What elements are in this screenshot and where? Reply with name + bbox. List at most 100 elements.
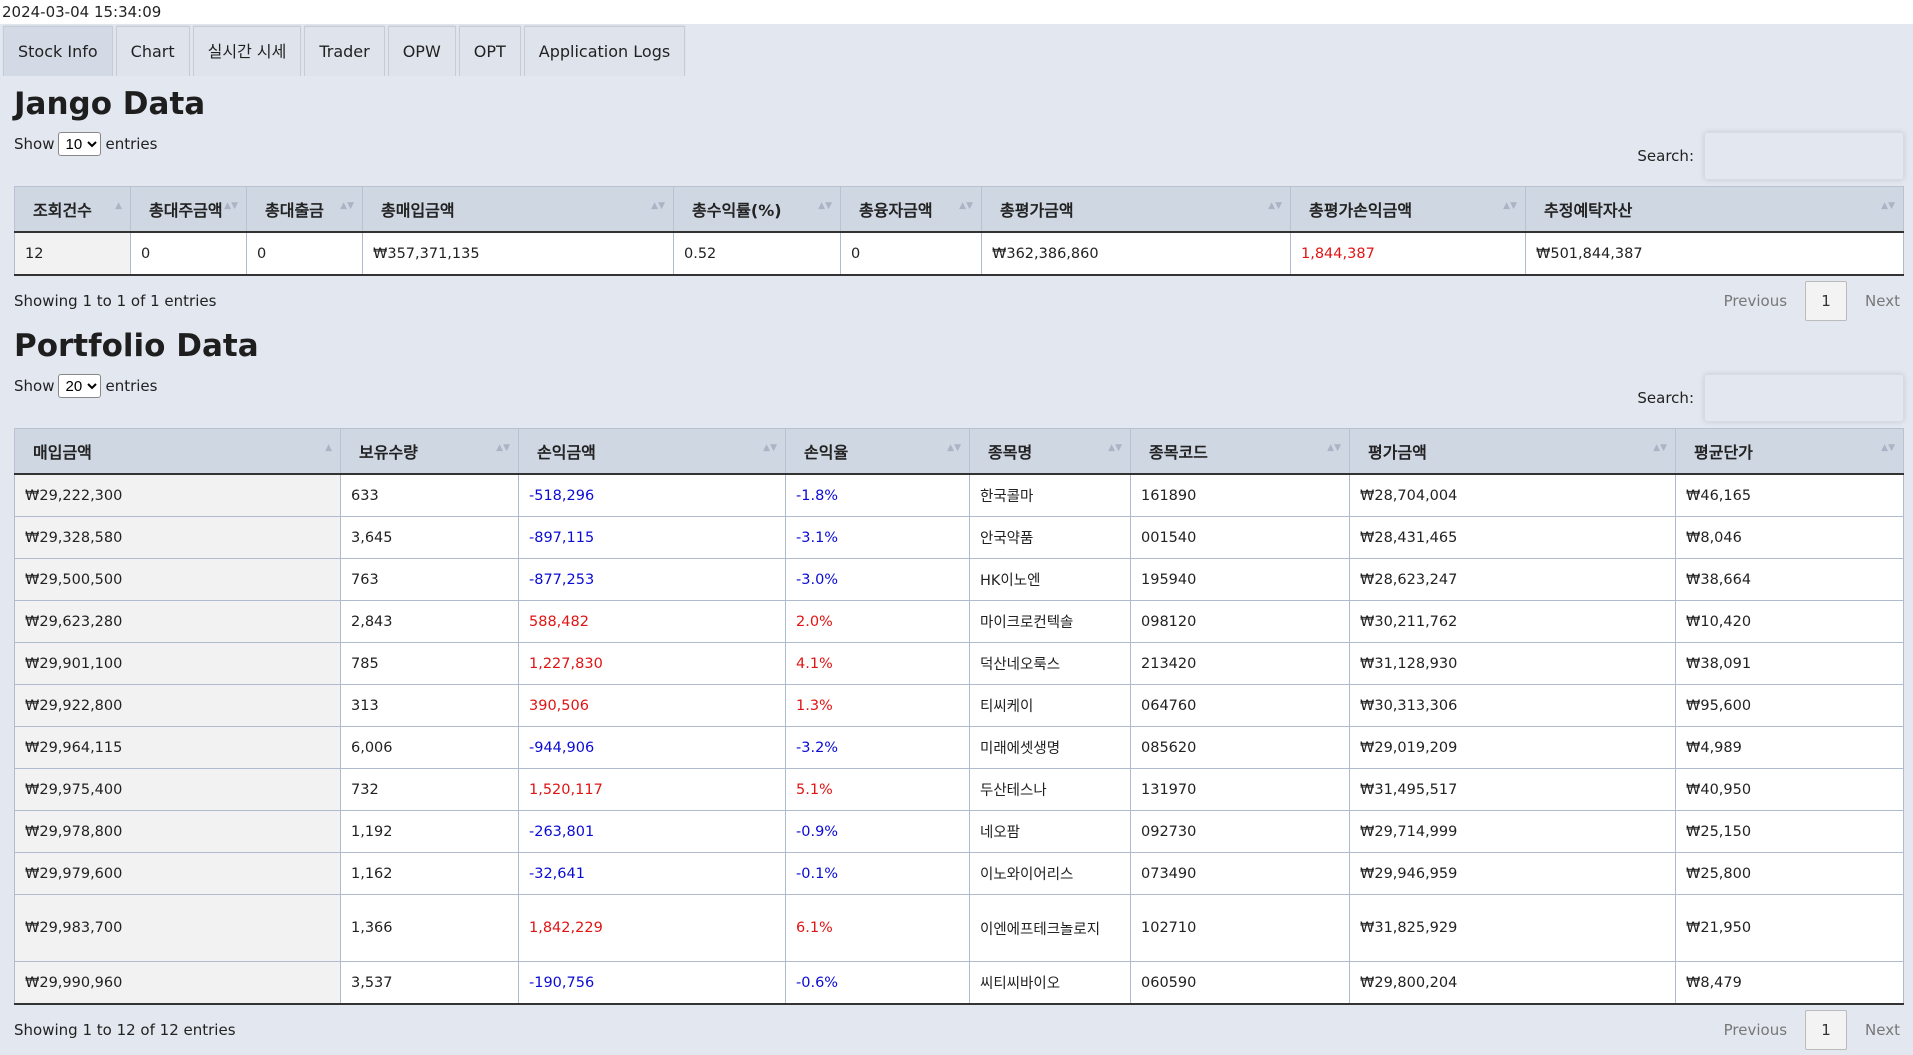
table-row: ₩29,979,600 1,162 -32,641 -0.1% 이노와이어리스 07349… [14, 852, 1904, 895]
sort-icon: ▲▼ [1268, 201, 1282, 211]
table-cell: 092730 [1130, 810, 1350, 853]
table-cell: 633 [340, 473, 519, 517]
table-cell: ₩29,500,500 [14, 558, 341, 601]
portfolio-col-header[interactable]: 종목명 ▲▼ [969, 428, 1131, 475]
portfolio-col-header[interactable]: 손익율 ▲▼ [785, 428, 970, 475]
jango-table: 조회건수 ▲ 총대주금액 ▲▼ 총대출금 ▲▼ 총매입금액 ▲▼ 총수익률(%) ▲▼ 총… [14, 186, 1904, 276]
table-cell: 098120 [1130, 600, 1350, 643]
table-cell: 이엔에프테크놀로지 [969, 894, 1131, 962]
portfolio-col-header[interactable]: 손익금액 ▲▼ [518, 428, 786, 475]
jango-col-header[interactable]: 총대출금 ▲▼ [246, 186, 363, 233]
table-cell: ₩28,623,247 [1349, 558, 1676, 601]
jango-previous-button[interactable]: Previous [1720, 292, 1791, 310]
table-cell: -897,115 [518, 516, 786, 559]
table-cell: -32,641 [518, 852, 786, 895]
table-cell: ₩46,165 [1675, 473, 1904, 517]
table-cell: -190,756 [518, 961, 786, 1005]
jango-col-header[interactable]: 총대주금액 ▲▼ [130, 186, 247, 233]
table-cell: ₩28,431,465 [1349, 516, 1676, 559]
table-row: ₩29,901,100 785 1,227,830 4.1% 덕산네오룩스 213420 ₩… [14, 642, 1904, 685]
sort-icon: ▲▼ [651, 201, 665, 211]
sort-icon: ▲▼ [1503, 201, 1517, 211]
table-cell: 1,520,117 [518, 768, 786, 811]
table-cell: 732 [340, 768, 519, 811]
jango-col-header[interactable]: 총융자금액 ▲▼ [840, 186, 982, 233]
table-cell: 313 [340, 684, 519, 727]
table-cell: 씨티씨바이오 [969, 961, 1131, 1005]
table-cell: 161890 [1130, 473, 1350, 517]
table-row: ₩29,328,580 3,645 -897,115 -3.1% 안국약품 001540 ₩… [14, 516, 1904, 559]
portfolio-previous-button[interactable]: Previous [1720, 1021, 1791, 1039]
table-cell: -263,801 [518, 810, 786, 853]
table-cell: ₩362,386,860 [981, 231, 1291, 276]
table-cell: ₩29,946,959 [1349, 852, 1676, 895]
table-cell: 0 [840, 231, 982, 276]
table-cell: 131970 [1130, 768, 1350, 811]
table-cell: 064760 [1130, 684, 1350, 727]
table-cell: 060590 [1130, 961, 1350, 1005]
portfolio-page-button[interactable]: 1 [1805, 1010, 1848, 1050]
table-cell: -3.2% [785, 726, 970, 769]
portfolio-table: 매입금액 ▲ 보유수량 ▲▼ 손익금액 ▲▼ 손익율 ▲▼ 종목명 ▲▼ 종목코드 ▲▼ 평… [14, 428, 1904, 1005]
table-cell: ₩29,623,280 [14, 600, 341, 643]
jango-col-header[interactable]: 총평가금액 ▲▼ [981, 186, 1291, 233]
jango-col-header[interactable]: 추정예탁자산 ▲▼ [1525, 186, 1904, 233]
portfolio-col-header[interactable]: 종목코드 ▲▼ [1130, 428, 1350, 475]
table-cell: ₩38,091 [1675, 642, 1904, 685]
tab-stock-info[interactable]: Stock Info [3, 26, 113, 76]
table-cell: 2.0% [785, 600, 970, 643]
tab-realtime-quotes[interactable]: 실시간 시세 [192, 26, 302, 76]
jango-col-header[interactable]: 조회건수 ▲ [14, 186, 131, 233]
table-cell: 3,537 [340, 961, 519, 1005]
table-cell: 001540 [1130, 516, 1350, 559]
jango-col-header[interactable]: 총수익률(%) ▲▼ [673, 186, 841, 233]
table-cell: ₩29,019,209 [1349, 726, 1676, 769]
table-row: ₩29,922,800 313 390,506 1.3% 티씨케이 064760 ₩30,3… [14, 684, 1904, 727]
table-cell: ₩25,800 [1675, 852, 1904, 895]
tab-chart[interactable]: Chart [115, 26, 190, 76]
table-cell: 1,192 [340, 810, 519, 853]
table-cell: -877,253 [518, 558, 786, 601]
table-cell: ₩4,989 [1675, 726, 1904, 769]
table-cell: ₩29,975,400 [14, 768, 341, 811]
jango-page-button[interactable]: 1 [1805, 281, 1848, 321]
tab-opw[interactable]: OPW [387, 26, 456, 76]
portfolio-col-header[interactable]: 평가금액 ▲▼ [1349, 428, 1676, 475]
table-cell: 3,645 [340, 516, 519, 559]
jango-table-info: Showing 1 to 1 of 1 entries [14, 292, 217, 310]
timestamp: 2024-03-04 15:34:09 [0, 0, 1913, 24]
tab-trader[interactable]: Trader [304, 26, 385, 76]
table-cell: 1,227,830 [518, 642, 786, 685]
table-cell: ₩29,964,115 [14, 726, 341, 769]
table-cell: 덕산네오룩스 [969, 642, 1131, 685]
jango-col-header[interactable]: 총매입금액 ▲▼ [362, 186, 674, 233]
tab-opt[interactable]: OPT [458, 26, 521, 76]
portfolio-col-header[interactable]: 평균단가 ▲▼ [1675, 428, 1904, 475]
table-cell: ₩29,990,960 [14, 961, 341, 1005]
table-row: ₩29,990,960 3,537 -190,756 -0.6% 씨티씨바이오 06059… [14, 961, 1904, 1005]
portfolio-search-input[interactable] [1704, 374, 1904, 422]
portfolio-col-header[interactable]: 매입금액 ▲ [14, 428, 341, 475]
jango-show-label: Show [14, 135, 55, 153]
table-cell: -3.0% [785, 558, 970, 601]
table-cell: -1.8% [785, 473, 970, 517]
jango-length-select[interactable]: 10 [58, 132, 102, 156]
table-row: ₩29,623,280 2,843 588,482 2.0% 마이크로컨텍솔 098120… [14, 600, 1904, 643]
portfolio-title: Portfolio Data [14, 328, 259, 364]
portfolio-col-header[interactable]: 보유수량 ▲▼ [340, 428, 519, 475]
table-cell: 안국약품 [969, 516, 1131, 559]
sort-icon: ▲▼ [340, 201, 354, 211]
table-cell: 1,844,387 [1290, 231, 1526, 276]
jango-search-input[interactable] [1704, 132, 1904, 180]
jango-next-button[interactable]: Next [1861, 292, 1904, 310]
table-row: 12 0 0 ₩357,371,135 0.52 0 ₩362,386,860 … [14, 231, 1904, 276]
table-cell: ₩31,128,930 [1349, 642, 1676, 685]
portfolio-next-button[interactable]: Next [1861, 1021, 1904, 1039]
table-cell: -0.9% [785, 810, 970, 853]
tab-application-logs[interactable]: Application Logs [523, 26, 686, 76]
table-cell: ₩25,150 [1675, 810, 1904, 853]
jango-col-header[interactable]: 총평가손익금액 ▲▼ [1290, 186, 1526, 233]
table-row: ₩29,975,400 732 1,520,117 5.1% 두산테스나 131970 ₩3… [14, 768, 1904, 811]
portfolio-search-label: Search: [1637, 389, 1694, 407]
portfolio-length-select[interactable]: 20 [58, 374, 102, 398]
